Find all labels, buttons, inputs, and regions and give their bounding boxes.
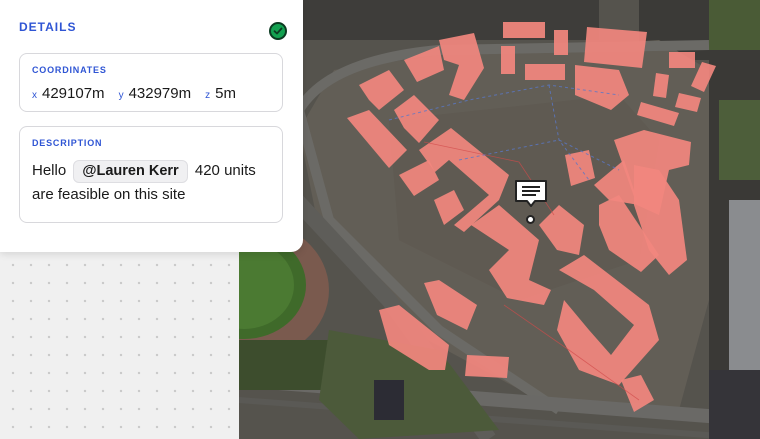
check-circle-icon — [269, 22, 287, 40]
description-text-before: Hello — [32, 162, 67, 179]
x-axis-label: x — [32, 90, 37, 101]
coordinate-x[interactable]: x 429107m — [32, 85, 105, 102]
details-title: DETAILS — [19, 20, 77, 34]
comment-marker[interactable] — [514, 179, 548, 207]
y-axis-label: y — [118, 90, 124, 101]
details-header: DETAILS — [19, 18, 287, 40]
coordinate-z[interactable]: z 5m — [205, 85, 236, 102]
satellite-map[interactable] — [239, 0, 760, 439]
coordinates-row: x 429107m y 432979m z 5m — [32, 85, 272, 102]
z-axis-label: z — [205, 90, 211, 101]
z-value: 5m — [215, 85, 236, 102]
coordinate-y[interactable]: y 432979m — [119, 85, 192, 102]
x-value: 429107m — [42, 85, 105, 102]
description-text[interactable]: Hello @Lauren Kerr 420 units are feasibl… — [32, 159, 272, 206]
coordinates-box[interactable]: COORDINATES x 429107m y 432979m z 5m — [19, 53, 283, 112]
marker-anchor-point — [526, 215, 535, 224]
coordinates-label: COORDINATES — [32, 65, 107, 75]
description-box[interactable]: DESCRIPTION Hello @Lauren Kerr 420 units… — [19, 126, 283, 223]
description-label: DESCRIPTION — [32, 138, 103, 148]
map-imagery — [239, 0, 760, 439]
user-mention-chip[interactable]: @Lauren Kerr — [73, 160, 188, 183]
y-value: 432979m — [128, 85, 192, 102]
details-panel: DETAILS COORDINATES x 429107m y 432979m … — [0, 0, 303, 252]
comment-icon — [515, 180, 547, 207]
